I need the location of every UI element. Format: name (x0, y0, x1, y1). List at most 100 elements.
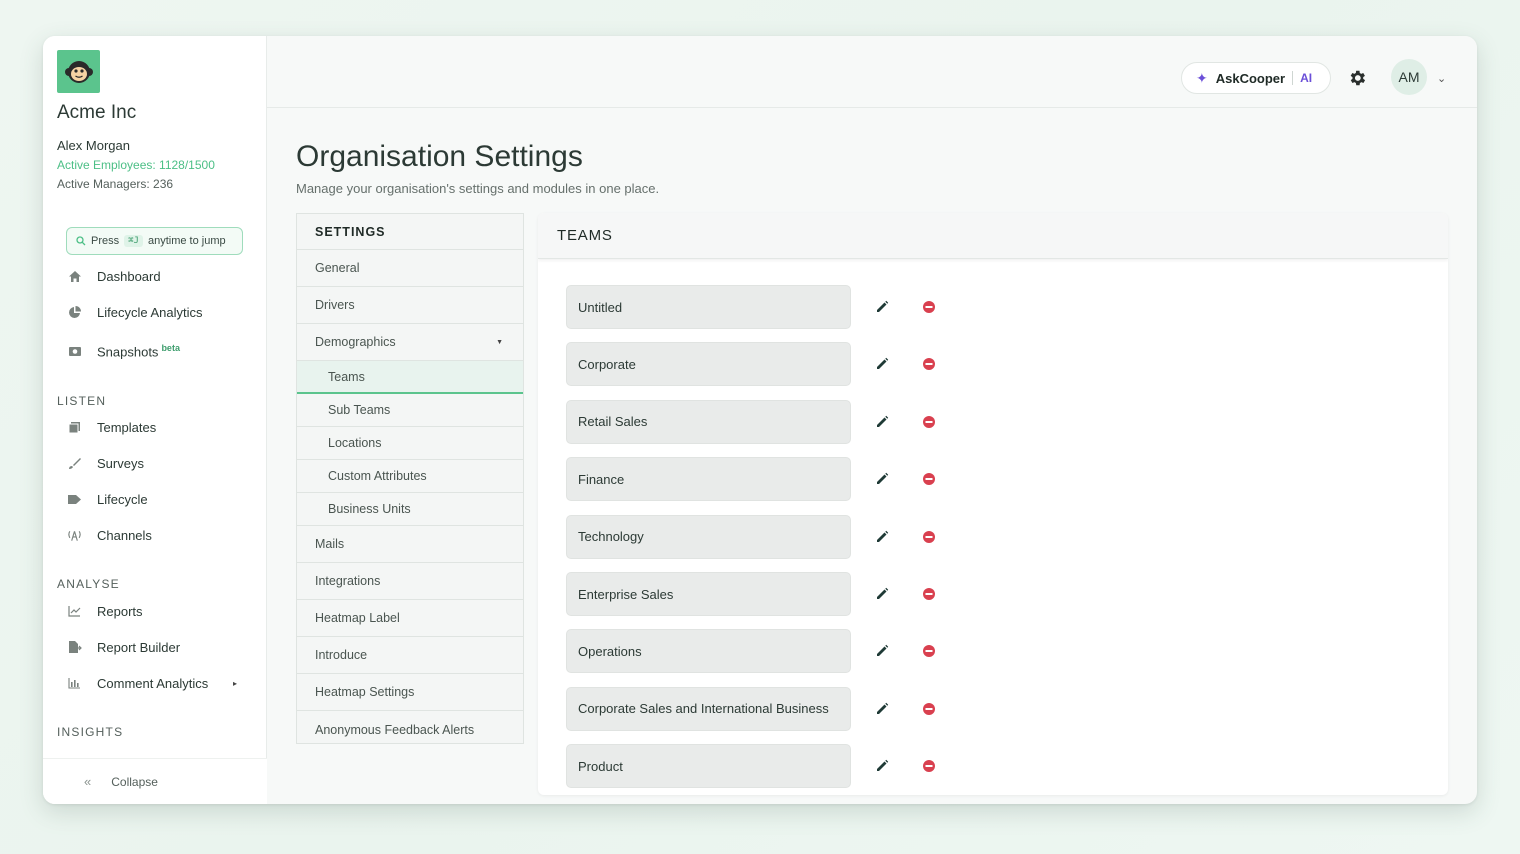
nav-surveys[interactable]: Surveys (67, 451, 144, 475)
delete-minus-icon[interactable] (922, 300, 936, 314)
page-subtitle: Manage your organisation's settings and … (296, 181, 660, 196)
app-window: Acme Inc Alex Morgan Active Employees: 1… (43, 36, 1477, 804)
nav-channels[interactable]: Channels (67, 523, 152, 547)
team-row: Retail Sales (566, 399, 936, 444)
nav-channels-label: Channels (97, 527, 152, 543)
settings-item-introduce[interactable]: Introduce (297, 637, 523, 674)
nav-reports[interactable]: Reports (67, 599, 143, 623)
nav-lifecycle-analytics[interactable]: Lifecycle Analytics (67, 300, 203, 324)
askcooper-button[interactable]: ✦ AskCooper AI (1181, 62, 1331, 94)
teams-panel: TEAMS Untitled Corporate Retail Sales Finan… (538, 213, 1448, 795)
edit-pencil-icon[interactable] (875, 644, 889, 658)
nav-lifecycle-label: Lifecycle (97, 491, 148, 507)
nav-templates[interactable]: Templates (67, 415, 156, 439)
edit-pencil-icon[interactable] (875, 300, 889, 314)
sparkle-icon: ✦ (1196, 69, 1208, 86)
nav-templates-label: Templates (97, 419, 157, 435)
delete-minus-icon[interactable] (922, 702, 936, 716)
settings-item-business-units[interactable]: Business Units (297, 493, 523, 526)
collapse-label: Collapse (111, 774, 158, 789)
team-name-field[interactable]: Enterprise Sales (566, 572, 851, 616)
settings-menu-header: SETTINGS (297, 214, 523, 250)
file-export-icon (67, 640, 82, 655)
teams-header: TEAMS (538, 213, 1448, 259)
edit-pencil-icon[interactable] (875, 702, 889, 716)
nav-comment-analytics[interactable]: Comment Analytics (67, 671, 208, 695)
team-row: Corporate Sales and International Busine… (566, 686, 936, 731)
camera-icon (67, 344, 82, 359)
delete-minus-icon[interactable] (922, 644, 936, 658)
active-managers: Active Managers: 236 (57, 177, 174, 191)
pie-chart-icon (67, 305, 82, 320)
settings-item-anonymous-feedback-alerts[interactable]: Anonymous Feedback Alerts (297, 711, 523, 748)
edit-pencil-icon[interactable] (875, 415, 889, 429)
delete-minus-icon[interactable] (922, 415, 936, 429)
settings-item-mails[interactable]: Mails (297, 526, 523, 563)
team-name-field[interactable]: Retail Sales (566, 399, 851, 444)
settings-item-teams[interactable]: Teams (297, 361, 523, 394)
team-name-field[interactable]: Corporate (566, 342, 851, 387)
snapshots-text: Snapshots (97, 344, 159, 360)
caret-right-icon[interactable]: ▸ (233, 679, 237, 688)
chevron-down-icon[interactable]: ⌄ (1437, 72, 1446, 85)
org-name: Acme Inc (57, 102, 137, 123)
team-name-field[interactable]: Corporate Sales and International Busine… (566, 686, 851, 731)
brand-logo[interactable] (57, 50, 100, 93)
settings-gear-icon[interactable] (1347, 68, 1367, 88)
team-row: Technology (566, 514, 936, 559)
team-name-field[interactable]: Operations (566, 629, 851, 674)
settings-item-integrations[interactable]: Integrations (297, 563, 523, 600)
collapse-button[interactable]: « Collapse (43, 758, 267, 804)
settings-menu: SETTINGS General Drivers Demographics ▼ … (296, 213, 524, 744)
edit-pencil-icon[interactable] (875, 587, 889, 601)
nav-lifecycle[interactable]: Lifecycle (67, 487, 148, 511)
settings-item-heatmap-label[interactable]: Heatmap Label (297, 600, 523, 637)
team-name-field[interactable]: Untitled (566, 285, 851, 329)
team-row: Corporate (566, 342, 936, 387)
nav-report-builder[interactable]: Report Builder (67, 635, 180, 659)
main-content: ✦ AskCooper AI AM ⌄ Organisation Setting… (267, 36, 1477, 804)
edit-pencil-icon[interactable] (875, 357, 889, 371)
settings-item-drivers[interactable]: Drivers (297, 287, 523, 324)
team-name-field[interactable]: Finance (566, 457, 851, 502)
delete-minus-icon[interactable] (922, 357, 936, 371)
team-name-field[interactable]: Product (566, 744, 851, 789)
templates-icon (67, 420, 82, 435)
flag-icon (67, 492, 82, 507)
avatar[interactable]: AM (1391, 59, 1427, 95)
section-insights: INSIGHTS (57, 725, 124, 739)
sidebar: Acme Inc Alex Morgan Active Employees: 1… (43, 36, 267, 804)
brush-icon (67, 456, 82, 471)
settings-item-custom-attributes[interactable]: Custom Attributes (297, 460, 523, 493)
edit-pencil-icon[interactable] (875, 472, 889, 486)
broadcast-icon (67, 528, 82, 543)
nav-snapshots[interactable]: Snapshots beta (67, 339, 180, 363)
delete-minus-icon[interactable] (922, 530, 936, 544)
nav-surveys-label: Surveys (97, 455, 144, 471)
nav-report-builder-label: Report Builder (97, 639, 181, 655)
team-name-field[interactable]: Technology (566, 514, 851, 559)
nav-comment-analytics-label: Comment Analytics (97, 675, 209, 691)
delete-minus-icon[interactable] (922, 759, 936, 773)
edit-pencil-icon[interactable] (875, 759, 889, 773)
nav-dashboard[interactable]: Dashboard (67, 264, 161, 288)
line-chart-icon (67, 604, 82, 619)
nav-snapshots-label: Snapshots beta (97, 343, 180, 359)
top-bar: ✦ AskCooper AI AM ⌄ (267, 36, 1477, 108)
edit-pencil-icon[interactable] (875, 530, 889, 544)
settings-item-locations[interactable]: Locations (297, 427, 523, 460)
delete-minus-icon[interactable] (922, 472, 936, 486)
jump-search-button[interactable]: Press ⌘J anytime to jump (66, 227, 243, 255)
settings-item-general[interactable]: General (297, 250, 523, 287)
active-employees: Active Employees: 1128/1500 (57, 158, 215, 172)
page-title: Organisation Settings (296, 140, 583, 173)
user-name: Alex Morgan (57, 138, 130, 153)
ai-badge: AI (1300, 71, 1313, 85)
team-row: Product (566, 744, 936, 789)
settings-item-sub-teams[interactable]: Sub Teams (297, 394, 523, 427)
settings-item-heatmap-settings[interactable]: Heatmap Settings (297, 674, 523, 711)
settings-item-demographics[interactable]: Demographics ▼ (297, 324, 523, 361)
nav-dashboard-label: Dashboard (97, 268, 161, 284)
delete-minus-icon[interactable] (922, 587, 936, 601)
team-row: Enterprise Sales (566, 572, 936, 616)
